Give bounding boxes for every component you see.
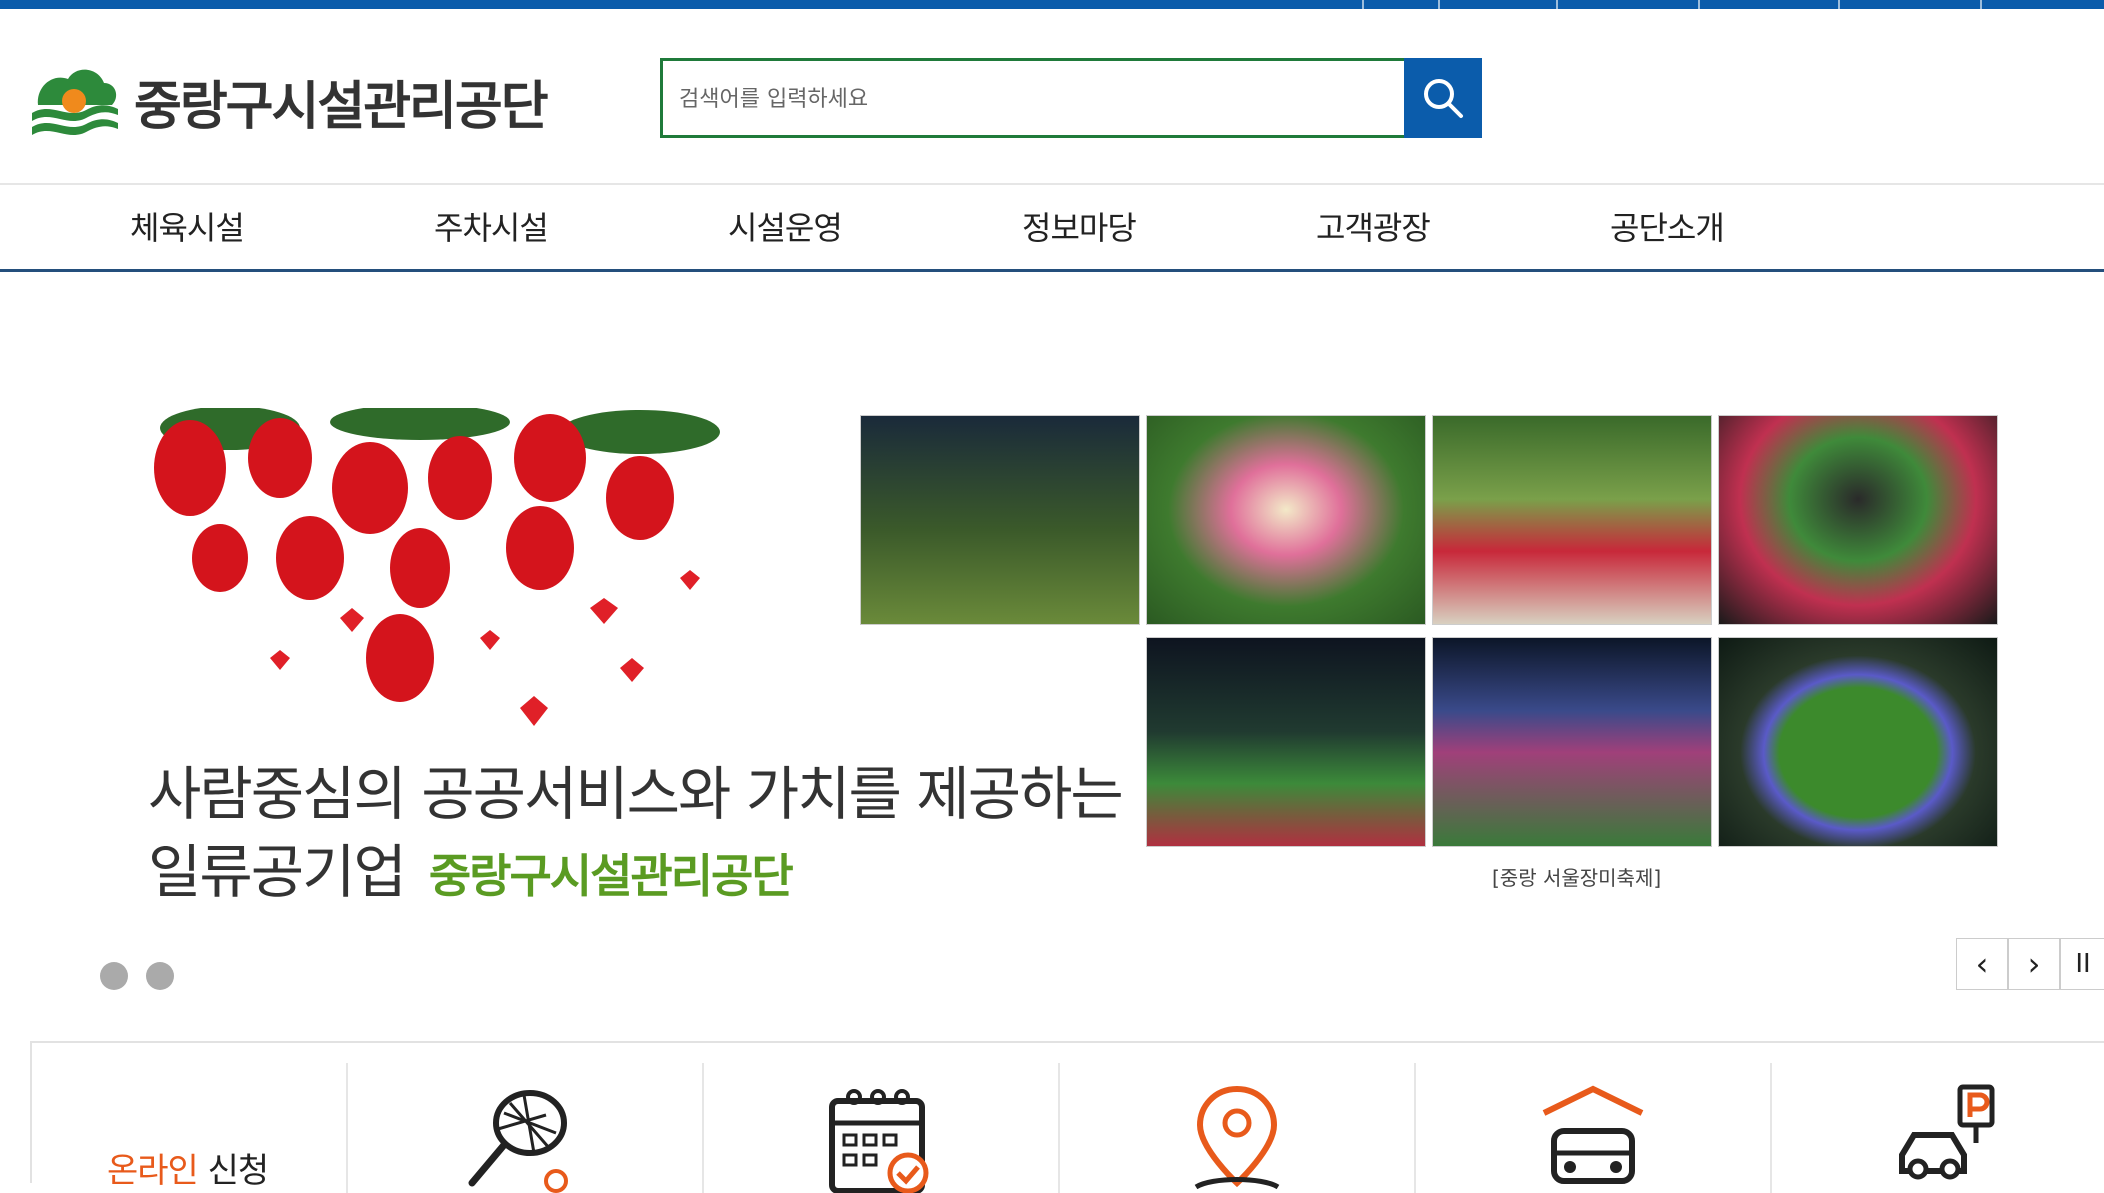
festival-photo — [1718, 415, 1998, 625]
search-icon — [1424, 79, 1463, 118]
slogan-org-name: 중랑구시설관리공단 — [428, 849, 794, 903]
nav-item-about[interactable]: 공단소개 — [1610, 203, 1725, 249]
festival-photo — [1718, 637, 1998, 847]
nav-item-customer[interactable]: 고객광장 — [1316, 203, 1431, 249]
tennis-racket-icon[interactable] — [464, 1083, 574, 1193]
festival-photo — [1432, 415, 1712, 625]
top-accent-bar — [0, 0, 2104, 9]
photo-caption: [중랑 서울장미축제] — [1492, 866, 1662, 890]
location-pin-icon[interactable] — [1182, 1083, 1292, 1193]
search-box — [660, 58, 1408, 138]
slide-prev-button[interactable]: ‹ — [1956, 938, 2008, 990]
logo-emblem-icon — [32, 69, 118, 135]
chevron-right-icon: › — [2027, 945, 2041, 983]
nav-item-parking[interactable]: 주차시설 — [434, 203, 549, 249]
car-parking-icon[interactable] — [1894, 1083, 2004, 1193]
festival-photo — [860, 415, 1140, 625]
search-bar — [660, 58, 1482, 138]
rose-festival-photos — [860, 415, 2000, 847]
online-application-title: 온라인 신청 — [107, 1151, 269, 1191]
parking-garage-icon[interactable] — [1538, 1083, 1648, 1193]
festival-photo — [1146, 415, 1426, 625]
chevron-left-icon: ‹ — [1975, 945, 1989, 983]
search-input[interactable] — [677, 79, 1381, 119]
festival-photo — [1432, 637, 1712, 847]
search-button[interactable] — [1404, 58, 1482, 138]
calendar-check-icon[interactable] — [824, 1083, 934, 1193]
festival-photo — [1146, 637, 1426, 847]
main-navigation: 체육시설 주차시설 시설운영 정보마당 고객광장 공단소개 — [0, 185, 2104, 271]
slide-pause-button[interactable]: II — [2060, 938, 2104, 990]
slogan-line-2: 일류공기업 — [148, 838, 407, 906]
site-header: 중랑구시설관리공단 — [0, 9, 2104, 184]
site-logo[interactable]: 중랑구시설관리공단 — [28, 61, 549, 141]
rose-bouquet-image — [120, 408, 820, 738]
quick-menu: 온라인 신청 — [30, 1041, 2104, 1193]
pause-icon: II — [2075, 949, 2091, 979]
nav-item-sports[interactable]: 체육시설 — [130, 203, 245, 249]
slide-dot-1[interactable] — [100, 962, 128, 990]
nav-item-operations[interactable]: 시설운영 — [728, 203, 843, 249]
slide-next-button[interactable]: › — [2008, 938, 2060, 990]
nav-item-info[interactable]: 정보마당 — [1022, 203, 1137, 249]
logo-text: 중랑구시설관리공단 — [134, 76, 549, 137]
slide-dot-2[interactable] — [146, 962, 174, 990]
